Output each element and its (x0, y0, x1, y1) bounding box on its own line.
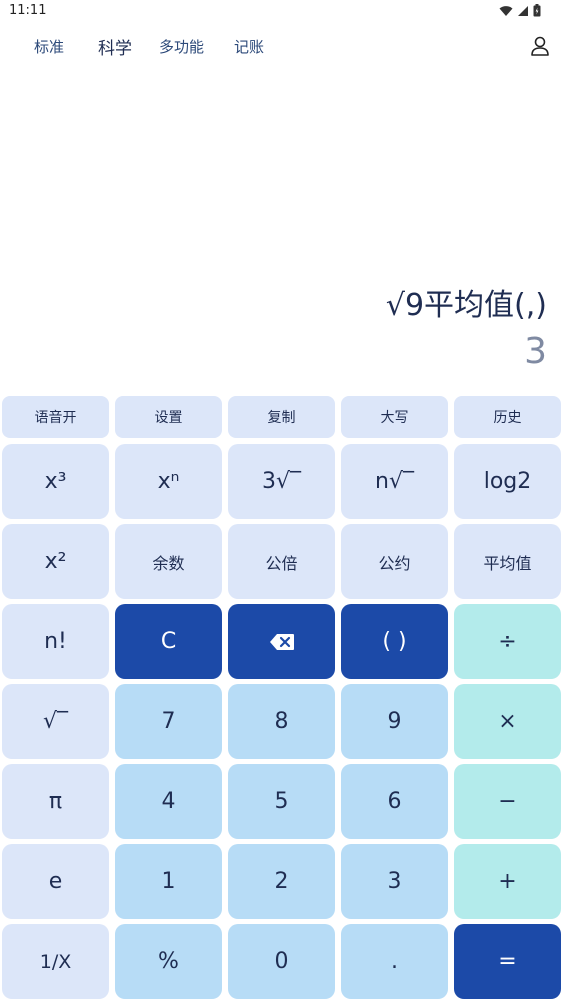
status-bar: 11:11 (0, 0, 565, 24)
square-button[interactable]: x² (2, 524, 109, 599)
copy-button[interactable]: 复制 (228, 396, 335, 438)
calculator-display: √9平均值(,) 3 (0, 64, 565, 394)
voice-toggle-button[interactable]: 语音开 (2, 396, 109, 438)
wifi-icon (499, 5, 513, 16)
status-icons (499, 4, 541, 17)
digit-6-button[interactable]: 6 (341, 764, 448, 839)
clear-button[interactable]: C (115, 604, 222, 679)
decimal-button[interactable]: . (341, 924, 448, 999)
digit-1-button[interactable]: 1 (115, 844, 222, 919)
digit-3-button[interactable]: 3 (341, 844, 448, 919)
keypad: 语音开 设置 复制 大写 历史 x³ xⁿ 3√‾ n√‾ log2 x² 余数… (0, 396, 565, 1004)
backspace-icon (269, 633, 294, 650)
reciprocal-button[interactable]: 1/X (2, 924, 109, 999)
expression-text: √9平均值(,) (385, 288, 547, 323)
user-icon[interactable] (529, 35, 551, 57)
remainder-button[interactable]: 余数 (115, 524, 222, 599)
subtract-button[interactable]: − (454, 764, 561, 839)
tab-accounting[interactable]: 记账 (234, 36, 264, 57)
digit-7-button[interactable]: 7 (115, 684, 222, 759)
settings-button[interactable]: 设置 (115, 396, 222, 438)
digit-2-button[interactable]: 2 (228, 844, 335, 919)
power-n-button[interactable]: xⁿ (115, 444, 222, 519)
mode-tabs: 标准 科学 多功能 记账 (0, 30, 565, 64)
battery-icon (533, 4, 541, 17)
factorial-button[interactable]: n! (2, 604, 109, 679)
digit-5-button[interactable]: 5 (228, 764, 335, 839)
pi-button[interactable]: π (2, 764, 109, 839)
add-button[interactable]: + (454, 844, 561, 919)
digit-8-button[interactable]: 8 (228, 684, 335, 759)
gcd-button[interactable]: 公约 (341, 524, 448, 599)
digit-9-button[interactable]: 9 (341, 684, 448, 759)
equals-button[interactable]: = (454, 924, 561, 999)
history-button[interactable]: 历史 (454, 396, 561, 438)
cube-root-button[interactable]: 3√‾ (228, 444, 335, 519)
sqrt-button[interactable]: √‾ (2, 684, 109, 759)
uppercase-button[interactable]: 大写 (341, 396, 448, 438)
parentheses-button[interactable]: ( ) (341, 604, 448, 679)
status-time: 11:11 (9, 3, 47, 18)
backspace-button[interactable] (228, 604, 335, 679)
lcm-button[interactable]: 公倍 (228, 524, 335, 599)
digit-0-button[interactable]: 0 (228, 924, 335, 999)
divide-button[interactable]: ÷ (454, 604, 561, 679)
euler-button[interactable]: e (2, 844, 109, 919)
result-text: 3 (524, 331, 547, 372)
signal-icon (518, 5, 528, 16)
percent-button[interactable]: % (115, 924, 222, 999)
multiply-button[interactable]: × (454, 684, 561, 759)
tab-multifunction[interactable]: 多功能 (159, 36, 204, 57)
average-button[interactable]: 平均值 (454, 524, 561, 599)
cube-button[interactable]: x³ (2, 444, 109, 519)
tab-standard[interactable]: 标准 (34, 36, 64, 57)
digit-4-button[interactable]: 4 (115, 764, 222, 839)
tab-scientific[interactable]: 科学 (98, 34, 132, 59)
nth-root-button[interactable]: n√‾ (341, 444, 448, 519)
log2-button[interactable]: log2 (454, 444, 561, 519)
